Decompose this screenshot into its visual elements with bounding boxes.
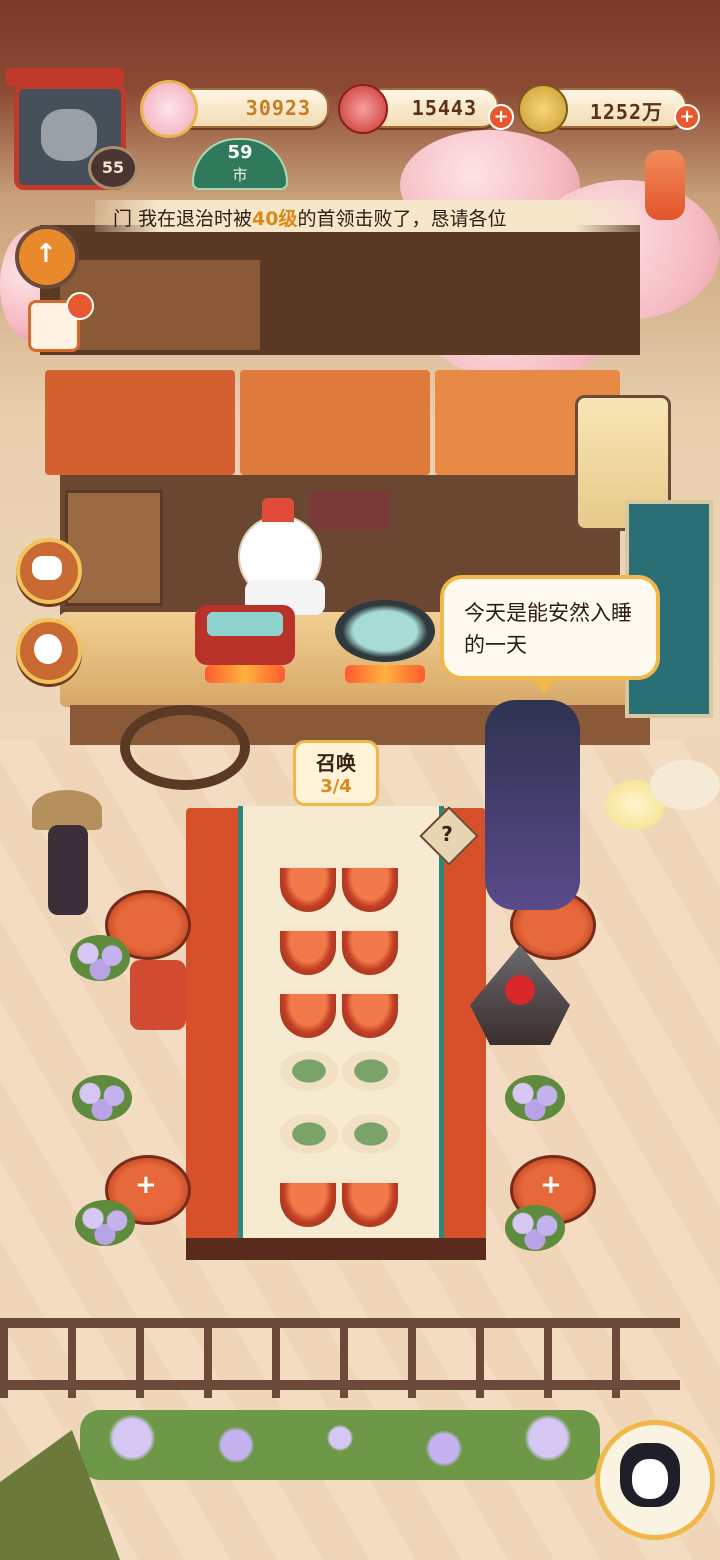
flower-bed [80,1410,600,1480]
add-magatama-button[interactable]: + [488,104,514,130]
summon-count: 3/4 [320,776,352,797]
hydrangea-bush [505,1205,565,1251]
summon-button[interactable]: 召唤 3/4 [293,740,379,806]
hydrangea-bush [75,1200,135,1246]
add-coins-button[interactable]: + [674,104,700,130]
avatar-portrait [41,109,97,161]
player-level-badge: 55 [88,146,138,190]
ticker-text: 门 我在退治时被40级的首领击败了，恳请各位 [113,204,507,231]
table-edge [186,1238,486,1260]
crab-bowl-dish[interactable] [342,862,398,912]
chat-bubble-icon [32,556,62,580]
noren-curtain-center [240,370,430,475]
noren-curtain-left [45,370,235,475]
crab-bowl-dish[interactable] [280,862,336,912]
chat-button[interactable] [16,538,82,604]
empty-seat-icon: + [540,1170,562,1200]
magatama-icon [338,84,388,134]
vegetable-platter-dish[interactable] [342,1051,400,1091]
summon-label: 召唤 [316,751,356,775]
fish-platter-dish[interactable] [280,1051,338,1091]
crab-bowl-dish[interactable] [342,988,398,1038]
meat-plate-dish[interactable] [342,1114,400,1154]
speech-bubble-text: 今天是能安然入睡的一天 [464,601,632,657]
city-grade-badge[interactable]: 59 市 [192,138,288,190]
portrait-face [632,1459,668,1499]
hydrangea-bush [505,1075,565,1121]
stove-fire [345,665,425,683]
help-icon: ? [441,822,453,846]
straw-hat-character[interactable] [32,790,102,830]
fence-rail-top [0,1318,680,1328]
hydrangea-bush [70,935,130,981]
city-grade-number: 59 [227,142,253,163]
ticker-prefix: 门 我在退治时被 [113,208,253,230]
cook-button[interactable] [16,618,82,684]
crab-bowl-dish[interactable] [280,925,336,975]
blossom-icon [140,80,198,138]
ticker-suffix: 的首领击败了，恳请各位 [297,208,507,230]
sushi-plate-dish[interactable] [280,1114,338,1154]
character-portrait-button[interactable] [595,1420,715,1540]
empty-seat-icon: + [135,1170,157,1200]
cart-wheel [120,705,250,790]
announcement-ticker[interactable]: 门 我在退治时被40级的首领击败了，恳请各位 [95,200,640,232]
blossom-amount: 30923 [245,96,311,120]
ticker-highlight: 40级 [252,208,298,230]
wooden-cabinet [65,490,163,606]
stall-sign [310,492,390,530]
fence-rail-bottom [0,1380,680,1390]
chef-headband [262,498,294,522]
crab-bowl-dish[interactable] [342,1177,398,1227]
koi-banner-icon[interactable] [645,150,685,220]
pot-water [207,612,283,636]
one-eye-icon [505,975,535,1005]
magatama-amount: 15443 [411,96,477,120]
dish-grid [280,862,410,1232]
currency-bar-blossom[interactable]: 30923 [175,88,329,128]
crab-bowl-dish[interactable] [342,925,398,975]
lantern-yokai-character[interactable] [130,960,186,1030]
crab-bowl-dish[interactable] [280,1177,336,1227]
chef-hat-icon [34,634,62,664]
speech-bubble-tail [530,676,558,694]
up-arrow-icon: ↑ [35,239,57,269]
city-grade-suffix: 市 [232,166,248,184]
calico-cat[interactable] [650,760,720,810]
notification-dot [66,292,94,320]
coin-icon [518,84,568,134]
stove-fire [205,665,285,683]
straw-hat-character-body [48,825,88,915]
crab-bowl-dish[interactable] [280,988,336,1038]
upgrade-arrow-button[interactable]: ↑ [15,225,79,289]
coin-amount: 1252万 [589,100,663,124]
masked-yokai-character[interactable] [485,700,580,910]
frying-pan[interactable] [335,600,435,662]
speech-bubble: 今天是能安然入睡的一天 [440,575,660,680]
hydrangea-bush [72,1075,132,1121]
